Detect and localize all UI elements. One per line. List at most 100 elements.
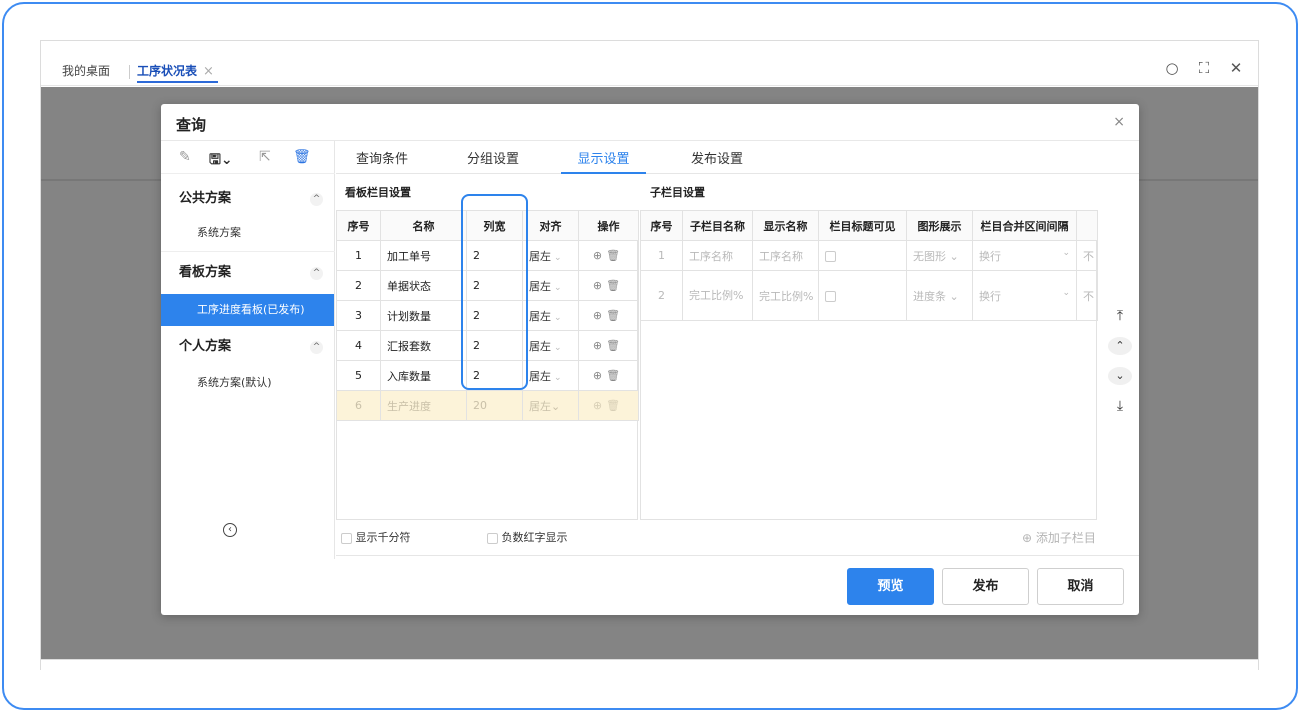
negative-red-option[interactable]: 负数红字显示 (487, 529, 568, 545)
row-sub-name[interactable]: 完工比例% (682, 270, 753, 321)
export-icon[interactable]: ⇱ (259, 149, 271, 165)
table-row[interactable]: 2 完工比例% 完工比例% 进度条 ⌄ 换行 ⌄ 不 (640, 270, 1098, 321)
board-section-title: 看板栏目设置 (345, 186, 411, 199)
chevron-up-icon[interactable]: ^ (310, 193, 323, 206)
publish-button[interactable]: 发布 (942, 568, 1029, 605)
tab-desktop[interactable]: 我的桌面 (62, 61, 110, 83)
thousand-sep-option[interactable]: 显示千分符 (341, 529, 411, 545)
row-display-name[interactable]: 工序名称 (752, 240, 819, 271)
row-ops: ⊕🗑 (578, 330, 639, 361)
move-top-icon[interactable]: ⤒ (1108, 307, 1132, 325)
row-overflow: 不 (1076, 240, 1098, 271)
group-personal[interactable]: 个人方案 ^ (161, 331, 335, 363)
graph-select[interactable]: 进度条 ⌄ (906, 270, 973, 321)
row-display-name[interactable]: 完工比例% (752, 270, 819, 321)
scheme-toolbar: ✎ 🖫⌄ ⇱ 🗑 (161, 141, 335, 174)
move-down-icon[interactable]: ⌄ (1108, 367, 1132, 385)
row-name[interactable]: 计划数量 (380, 300, 467, 331)
col-overflow (1076, 210, 1098, 241)
save-icon[interactable]: 🖫⌄ (209, 149, 233, 173)
row-name[interactable]: 生产进度 (380, 390, 467, 421)
chevron-up-icon[interactable]: ^ (310, 341, 323, 354)
delete-icon[interactable]: 🗑 (606, 339, 624, 352)
collapse-icon[interactable]: ‹ (223, 523, 237, 537)
window-controls: ○ ⛶ ✕ (1164, 59, 1244, 77)
delete-icon[interactable]: 🗑 (293, 149, 311, 165)
row-no: 1 (640, 240, 683, 271)
graph-select[interactable]: 无图形 ⌄ (906, 240, 973, 271)
group-board-label: 看板方案 (179, 265, 232, 280)
preview-button[interactable]: 预览 (847, 568, 934, 605)
row-name[interactable]: 加工单号 (380, 240, 467, 271)
tab-query-conditions[interactable]: 查询条件 (356, 148, 408, 174)
align-select[interactable]: 居左⌄ (522, 300, 579, 331)
table-row[interactable]: 1 工序名称 工序名称 无图形 ⌄ 换行 ⌄ 不 (640, 240, 1098, 271)
col-sub-name: 子栏目名称 (682, 210, 753, 241)
delete-icon[interactable]: 🗑 (606, 249, 624, 262)
fullscreen-icon[interactable]: ⛶ (1196, 59, 1212, 77)
row-overflow: 不 (1076, 270, 1098, 321)
align-select[interactable]: 居左⌄ (522, 390, 579, 421)
group-public[interactable]: 公共方案 ^ (161, 183, 335, 215)
width-column-highlight (461, 194, 528, 390)
edit-icon[interactable]: ✎ (179, 149, 191, 165)
row-no: 5 (336, 360, 381, 391)
negative-red-checkbox[interactable] (487, 532, 498, 544)
move-bottom-icon[interactable]: ⤓ (1108, 397, 1132, 415)
row-name[interactable]: 汇报套数 (380, 330, 467, 361)
chevron-up-icon[interactable]: ^ (310, 267, 323, 280)
graph-value: 进度条 (913, 289, 946, 303)
group-board[interactable]: 看板方案 ^ (161, 257, 335, 289)
row-sub-name[interactable]: 工序名称 (682, 240, 753, 271)
tab-publish-settings[interactable]: 发布设置 (691, 148, 743, 174)
merge-select[interactable]: 换行 ⌄ (972, 270, 1077, 321)
col-name: 名称 (380, 210, 467, 241)
add-icon[interactable]: ⊕ (593, 399, 606, 412)
tab-close-icon[interactable]: × (203, 64, 214, 79)
table-row-new[interactable]: 6 生产进度 20 居左⌄ ⊕🗑 (336, 390, 639, 421)
main-tabs: 查询条件 分组设置 显示设置 发布设置 (336, 141, 1139, 174)
add-sub-column-button[interactable]: ⊕ 添加子栏目 (1022, 529, 1096, 546)
title-visible-checkbox[interactable] (825, 250, 836, 262)
width-input[interactable]: 20 (466, 390, 523, 421)
add-icon[interactable]: ⊕ (593, 339, 606, 352)
row-ops: ⊕🗑 (578, 240, 639, 271)
tab-group-settings[interactable]: 分组设置 (467, 148, 519, 174)
add-icon[interactable]: ⊕ (593, 309, 606, 322)
row-no: 6 (336, 390, 381, 421)
scheme-item-board[interactable]: 工序进度看板(已发布) (161, 294, 334, 326)
row-name[interactable]: 入库数量 (380, 360, 467, 391)
close-window-icon[interactable]: ✕ (1228, 59, 1244, 77)
search-icon[interactable]: ○ (1164, 59, 1180, 77)
move-up-icon[interactable]: ⌃ (1108, 337, 1132, 355)
chevron-down-icon: ⌄ (554, 372, 562, 383)
delete-icon[interactable]: 🗑 (606, 309, 624, 322)
add-icon[interactable]: ⊕ (593, 279, 606, 292)
row-name[interactable]: 单据状态 (380, 270, 467, 301)
scheme-item-personal[interactable]: 系统方案(默认) (161, 367, 334, 399)
dialog-close-icon[interactable]: × (1113, 114, 1125, 130)
cancel-button[interactable]: 取消 (1037, 568, 1124, 605)
scheme-item-system[interactable]: 系统方案 (161, 217, 334, 249)
align-select[interactable]: 居左⌄ (522, 360, 579, 391)
align-select[interactable]: 居左⌄ (522, 240, 579, 271)
delete-icon[interactable]: 🗑 (606, 399, 624, 412)
col-graph: 图形展示 (906, 210, 973, 241)
align-select[interactable]: 居左⌄ (522, 330, 579, 361)
thousand-sep-checkbox[interactable] (341, 532, 352, 544)
add-icon[interactable]: ⊕ (593, 249, 606, 262)
delete-icon[interactable]: 🗑 (606, 279, 624, 292)
col-align: 对齐 (522, 210, 579, 241)
delete-icon[interactable]: 🗑 (606, 369, 624, 382)
align-select[interactable]: 居左⌄ (522, 270, 579, 301)
sub-section-title: 子栏目设置 (650, 186, 705, 199)
bottom-strip (41, 659, 1258, 671)
chevron-down-icon: ⌄ (551, 399, 561, 413)
add-icon[interactable]: ⊕ (593, 369, 606, 382)
row-ops: ⊕🗑 (578, 360, 639, 391)
tab-current[interactable]: 工序状况表 × (137, 61, 218, 83)
tab-display-settings[interactable]: 显示设置 (561, 148, 646, 174)
group-personal-label: 个人方案 (179, 339, 232, 354)
merge-select[interactable]: 换行 ⌄ (972, 240, 1077, 271)
title-visible-checkbox[interactable] (825, 290, 836, 302)
